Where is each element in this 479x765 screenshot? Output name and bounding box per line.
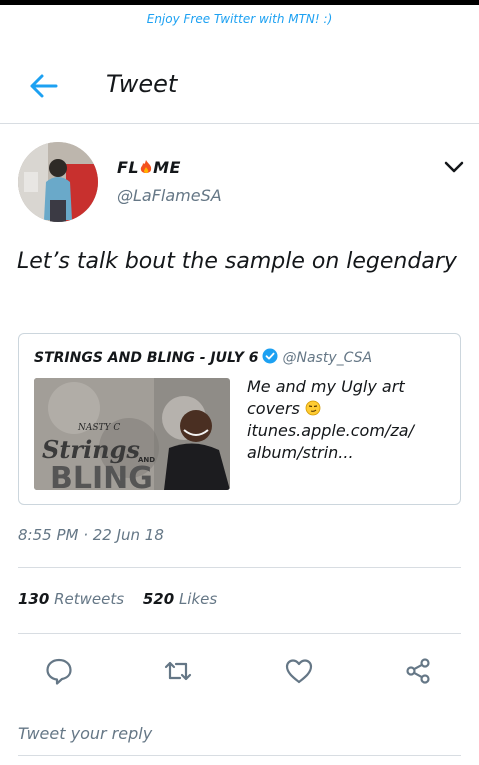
smirk-emoji-icon: [305, 400, 321, 416]
quoted-tweet-header: STRINGS AND BLING - JULY 6 @Nasty_CSA: [34, 348, 372, 366]
divider: [18, 633, 461, 634]
like-heart-icon[interactable]: [284, 656, 314, 686]
share-icon[interactable]: [403, 656, 433, 686]
app-header: Tweet: [0, 50, 479, 124]
user-handle[interactable]: @LaFlameSA: [117, 186, 222, 205]
tweet-text: Let’s talk bout the sample on legendary: [17, 249, 457, 274]
retweets-label[interactable]: Retweets: [54, 590, 124, 608]
likes-label[interactable]: Likes: [179, 590, 217, 608]
quoted-user-handle: @Nasty_CSA: [282, 350, 373, 366]
divider: [18, 567, 461, 568]
cover-bling-text: BLING: [50, 461, 153, 490]
promo-banner: Enjoy Free Twitter with MTN! :): [146, 12, 333, 26]
retweet-icon[interactable]: [163, 656, 193, 686]
tweet-timestamp: 8:55 PM · 22 Jun 18: [18, 526, 164, 544]
reply-input[interactable]: Tweet your reply: [18, 724, 461, 756]
reply-icon[interactable]: [44, 656, 74, 686]
display-name-prefix: FL: [117, 158, 140, 177]
back-arrow-icon[interactable]: [26, 68, 62, 104]
cover-brand-text: NASTY C: [77, 423, 120, 433]
display-name[interactable]: FL ME: [117, 158, 181, 177]
quoted-link-line1[interactable]: itunes.apple.com/za/: [247, 421, 414, 440]
quoted-tweet-text: Me and my Ugly art covers itunes.apple.c…: [247, 376, 452, 464]
status-bar: [0, 0, 479, 5]
quoted-display-name: STRINGS AND BLING - JULY 6: [34, 350, 259, 366]
display-name-suffix: ME: [153, 158, 181, 177]
chevron-down-icon[interactable]: [440, 156, 468, 178]
quoted-text-line: Me and my Ugly art covers: [247, 377, 405, 418]
avatar[interactable]: [18, 142, 98, 222]
album-cover-image: NASTY C Strings AND BLING: [34, 378, 230, 490]
quoted-link-line2[interactable]: album/strin...: [247, 443, 354, 462]
retweets-count[interactable]: 130: [18, 590, 49, 608]
likes-count[interactable]: 520: [143, 590, 174, 608]
page-title: Tweet: [106, 70, 178, 98]
cover-title-text: Strings: [42, 435, 140, 464]
verified-badge-icon: [262, 348, 278, 364]
engagement-stats: 130 Retweets 520 Likes: [18, 590, 231, 608]
fire-icon: [140, 160, 152, 174]
quoted-tweet-card[interactable]: STRINGS AND BLING - JULY 6 @Nasty_CSA NAS…: [18, 333, 461, 505]
